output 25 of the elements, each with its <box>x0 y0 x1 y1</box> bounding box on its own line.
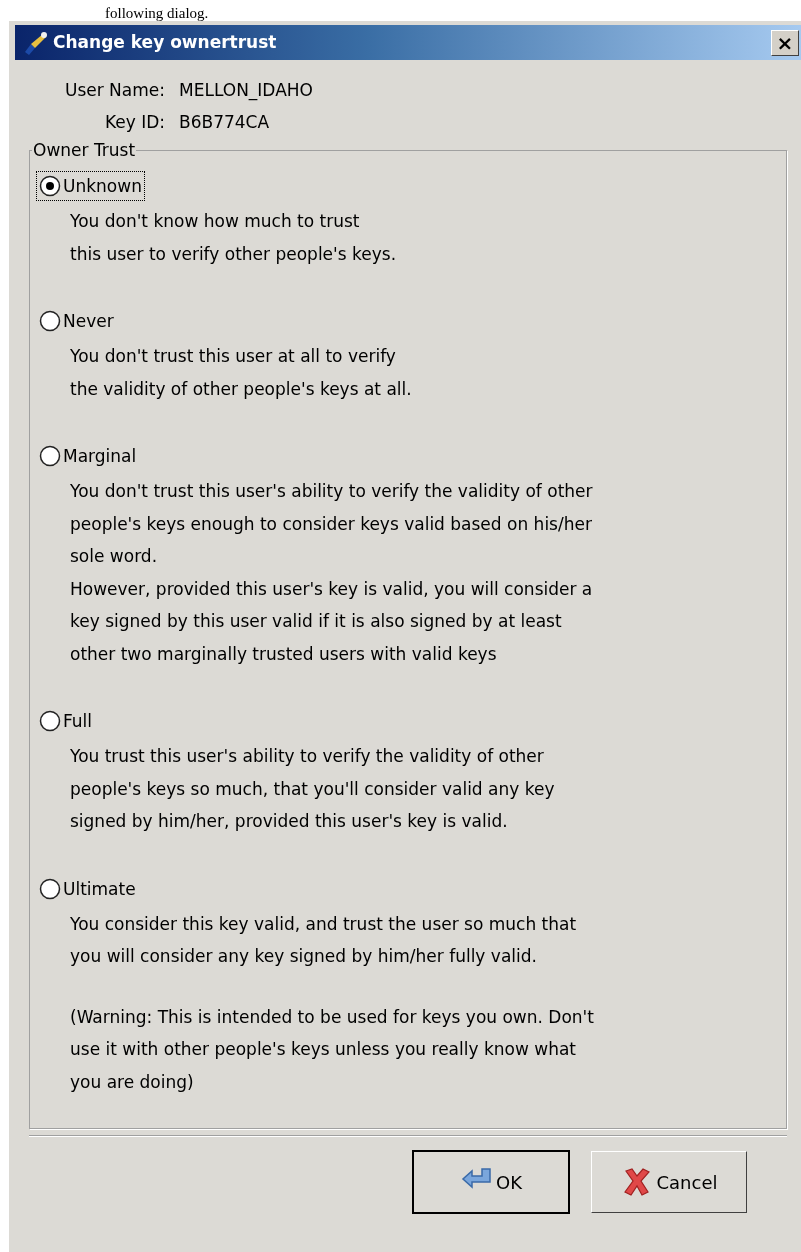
option-description: You don't know how much to trust this user to verify other people's keys. <box>70 210 398 266</box>
radio-icon <box>39 710 61 732</box>
radio-icon <box>39 877 61 900</box>
caption-text: following dialog. <box>105 4 209 23</box>
user-name-value: MELLON_IDAHO <box>179 79 313 103</box>
radio-option[interactable]: Unknown <box>36 171 145 201</box>
key-id-value: B6B774CA <box>179 111 270 134</box>
close-button[interactable]: × <box>771 29 799 56</box>
radio-option[interactable]: Ultimate <box>36 873 139 904</box>
radio-option[interactable]: Full <box>36 706 96 736</box>
window-title: Change key ownertrust <box>53 30 277 54</box>
option-description: You trust this user's ability to verify the validity of other people's keys so much, that you'll consider valid any key signed by him/her, provided this user's key is valid. <box>70 745 556 833</box>
warning-text: (Warning: This is intended to be used for keys you own. Don't use it with other people's keys unless you really know what you are doing) <box>70 1005 595 1094</box>
user-name-label: User Name: <box>63 79 166 102</box>
radio-icon <box>39 175 61 197</box>
option-description: You consider this key valid, and trust the user so much that you will consider any key signed by him/her fully valid. <box>70 912 578 968</box>
radio-option[interactable]: Marginal <box>36 441 140 471</box>
radio-option[interactable]: Never <box>36 306 117 336</box>
option-description: You don't trust this user at all to verify the validity of other people's keys at all. <box>70 345 413 401</box>
cancel-button[interactable]: Cancel <box>591 1151 747 1213</box>
option-description: You don't trust this user's ability to verify the validity of other people's keys enough to consider keys valid based on his/her sole word. However, provided this user's key is valid, you will consider a key signed by this user valid if it is also signed by at least other two marginally trusted users with valid keys <box>70 480 594 666</box>
ok-button[interactable]: OK <box>413 1151 569 1213</box>
key-id-label: Key ID: <box>103 111 166 134</box>
radio-icon <box>39 310 61 332</box>
radio-icon <box>39 445 61 467</box>
